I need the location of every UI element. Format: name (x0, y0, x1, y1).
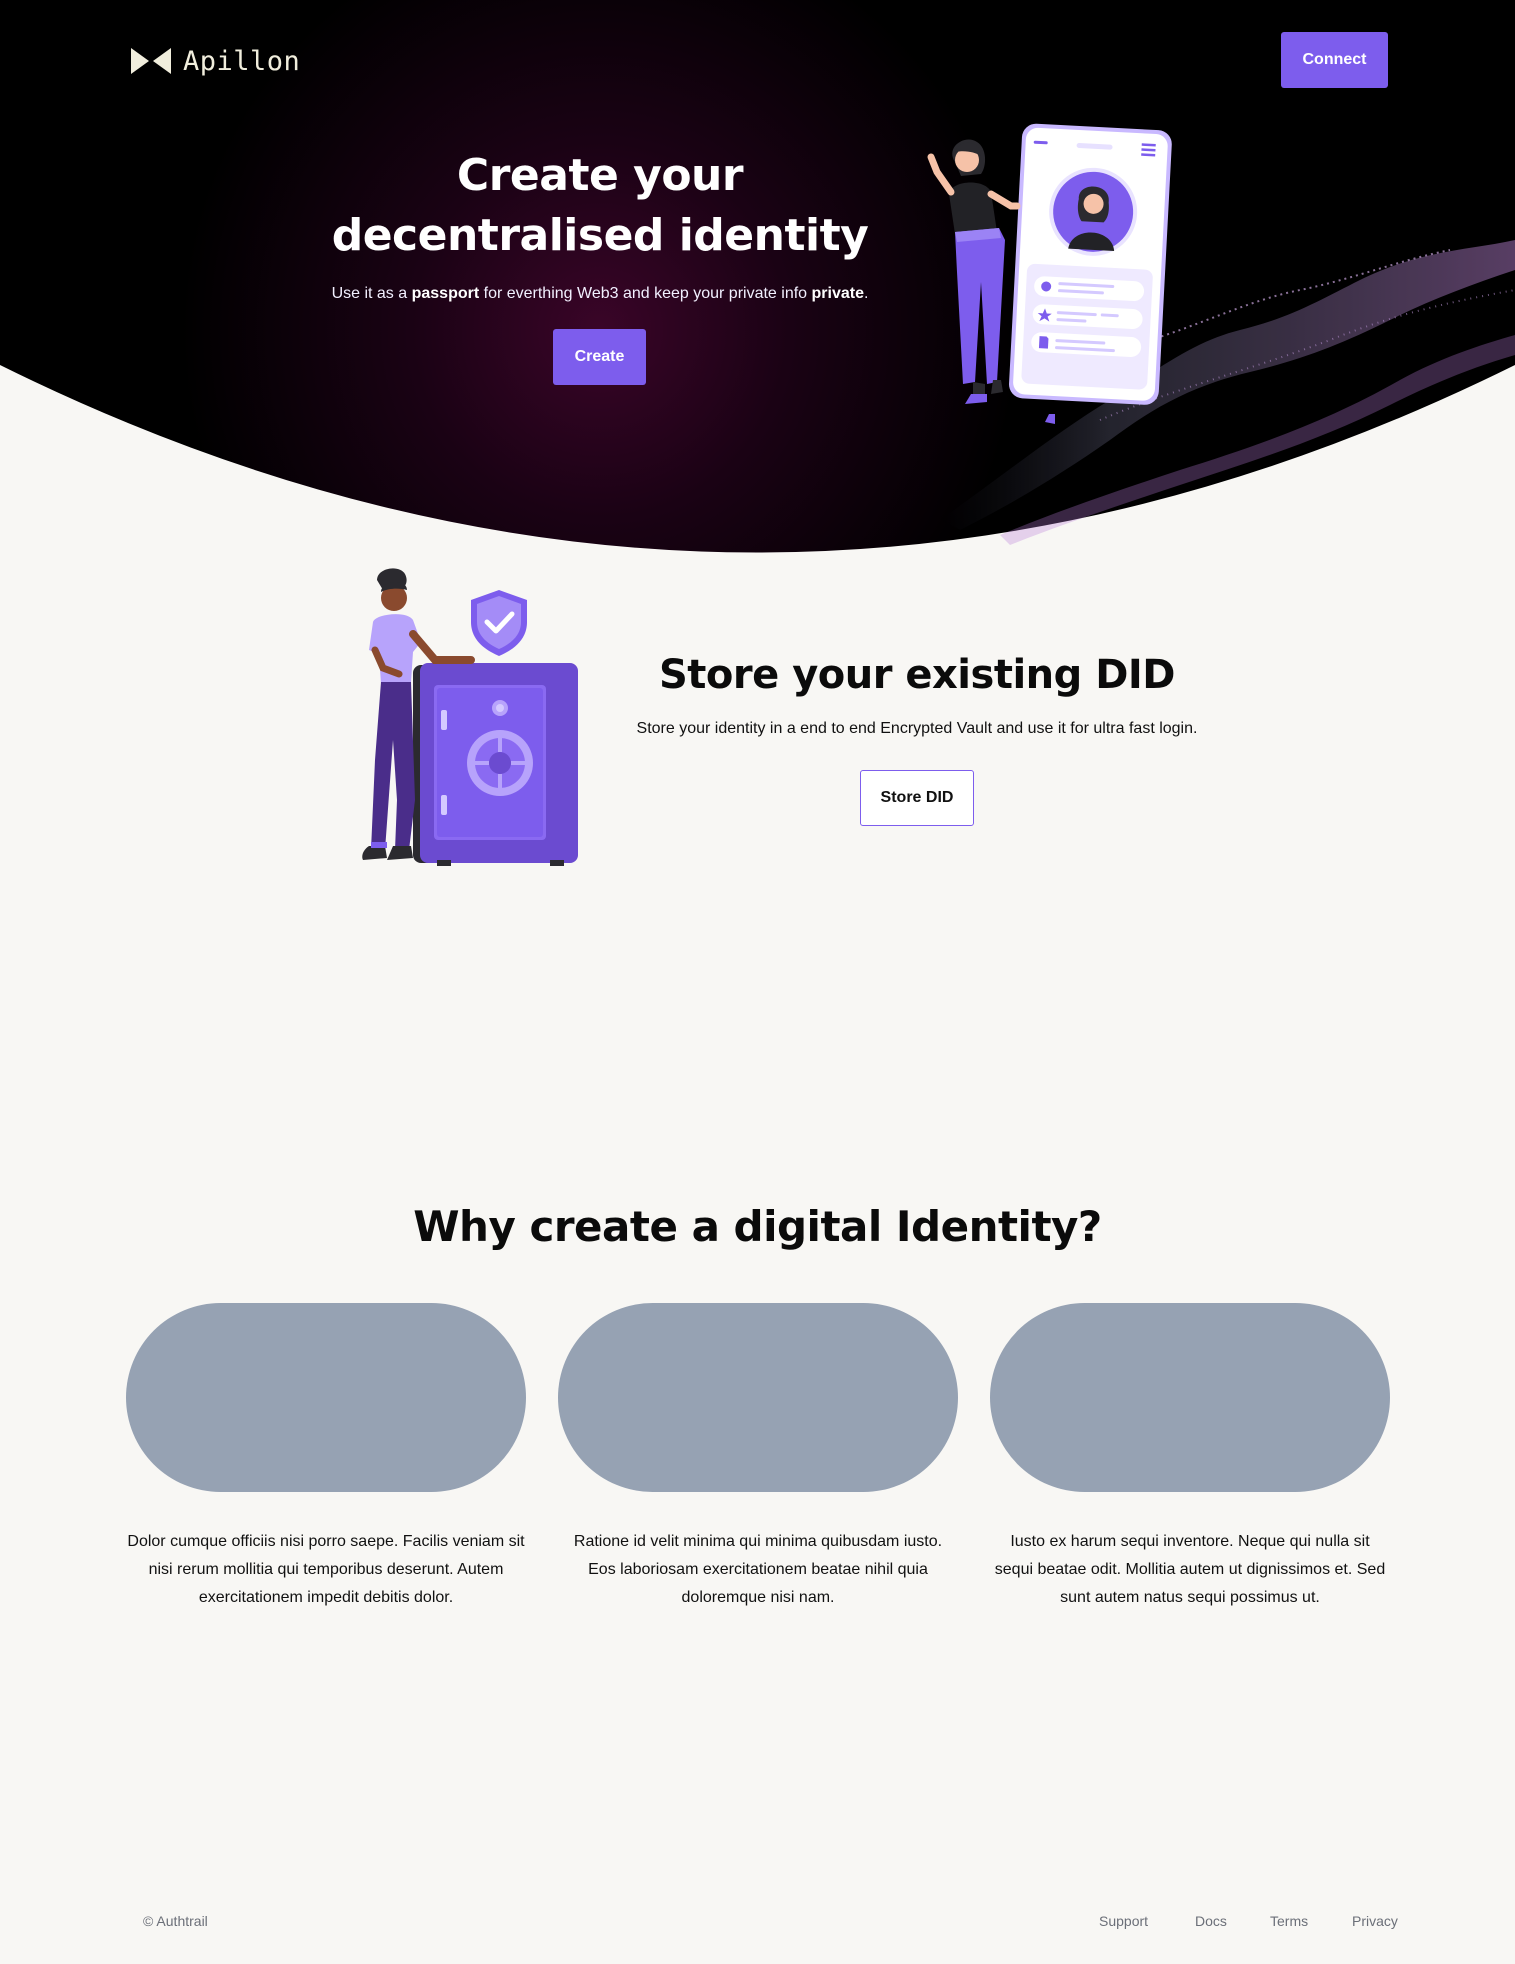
card-text: Dolor cumque officiis nisi porro saepe. … (127, 1533, 525, 1606)
footer-copyright: © Authtrail (143, 1913, 208, 1929)
hero-subtitle-text: . (863, 285, 869, 302)
man-with-safe-illustration (362, 568, 578, 866)
hero-subtitle-private: private (811, 285, 864, 302)
card-text: Ratione id velit minima qui minima quibu… (573, 1533, 943, 1606)
woman-with-phone-illustration (927, 123, 1172, 424)
hero-subtitle: Use it as a passport for everthing Web3 … (250, 283, 950, 305)
card-image-placeholder (990, 1303, 1390, 1492)
hero-subtitle-text: Use it as a (331, 285, 412, 302)
footer-link-terms[interactable]: Terms (1270, 1913, 1308, 1929)
card-text: Iusto ex harum sequi inventore. Neque qu… (994, 1533, 1386, 1606)
why-section-title: Why create a digital Identity? (413, 1202, 1102, 1251)
store-did-title: Store your existing DID (659, 652, 1175, 698)
footer-link-docs[interactable]: Docs (1195, 1913, 1227, 1929)
brand-logo[interactable]: Apillon (131, 44, 300, 78)
benefit-card: Ratione id velit minima qui minima quibu… (558, 1303, 958, 1612)
hero-subtitle-passport: passport (411, 285, 480, 302)
benefit-card: Dolor cumque officiis nisi porro saepe. … (126, 1303, 526, 1612)
card-image-placeholder (558, 1303, 958, 1492)
footer-link-privacy[interactable]: Privacy (1352, 1913, 1398, 1929)
hero-section: Apillon Connect Create your decentralise… (0, 0, 1515, 560)
hero-title: Create your decentralised identity (331, 150, 869, 261)
store-did-subtitle: Store your identity in a end to end Encr… (636, 720, 1198, 737)
footer-link-support[interactable]: Support (1099, 1913, 1148, 1929)
create-button[interactable]: Create (553, 329, 646, 385)
store-did-button[interactable]: Store DID (860, 770, 974, 826)
brand-name: Apillon (183, 45, 301, 77)
connect-button[interactable]: Connect (1281, 32, 1388, 88)
shield-check-icon (471, 590, 527, 656)
card-image-placeholder (126, 1303, 526, 1492)
benefit-card: Iusto ex harum sequi inventore. Neque qu… (990, 1303, 1390, 1612)
benefit-cards: Dolor cumque officiis nisi porro saepe. … (126, 1303, 1390, 1606)
hero-subtitle-text: for everthing Web3 and keep your private… (479, 285, 812, 302)
bowtie-logo-icon (131, 48, 171, 74)
